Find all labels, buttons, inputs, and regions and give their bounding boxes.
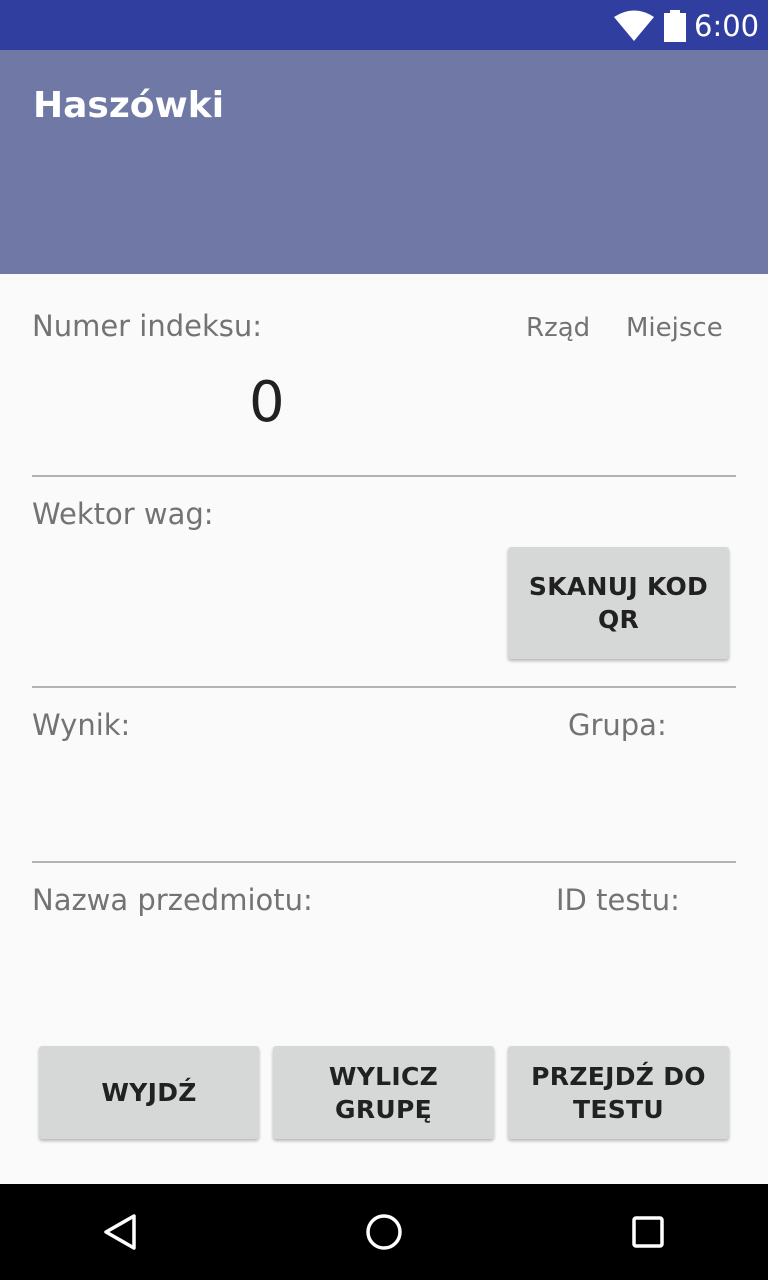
scan-qr-button[interactable]: SKANUJ KOD QR <box>508 547 729 659</box>
weights-label: Wektor wag: <box>32 497 214 531</box>
status-clock: 6:00 <box>694 9 760 43</box>
wifi-icon <box>614 10 654 41</box>
home-icon[interactable] <box>364 1212 404 1252</box>
exit-button[interactable]: WYJDŹ <box>39 1046 259 1139</box>
index-value: 0 <box>249 370 285 435</box>
screen: 6:00 Haszówki Numer indeksu: Rząd Miejsc… <box>0 0 768 1280</box>
battery-icon <box>664 10 686 42</box>
recents-icon[interactable] <box>628 1212 668 1252</box>
group-label: Grupa: <box>568 708 667 742</box>
row-label: Rząd <box>526 313 591 343</box>
divider <box>32 475 736 477</box>
go-to-test-button[interactable]: PRZEJDŹ DO TESTU <box>508 1046 729 1139</box>
test-id-label: ID testu: <box>556 883 680 917</box>
subject-label: Nazwa przedmiotu: <box>32 883 313 917</box>
app-title: Haszówki <box>33 85 225 126</box>
seat-label: Miejsce <box>626 313 723 343</box>
app-bar: Haszówki <box>0 50 768 274</box>
index-label: Numer indeksu: <box>32 309 263 343</box>
divider <box>32 861 736 863</box>
result-label: Wynik: <box>32 708 131 742</box>
nav-bar <box>0 1184 768 1280</box>
back-icon[interactable] <box>100 1212 140 1252</box>
status-bar: 6:00 <box>0 0 768 50</box>
compute-group-button[interactable]: WYLICZ GRUPĘ <box>273 1046 494 1139</box>
divider <box>32 686 736 688</box>
